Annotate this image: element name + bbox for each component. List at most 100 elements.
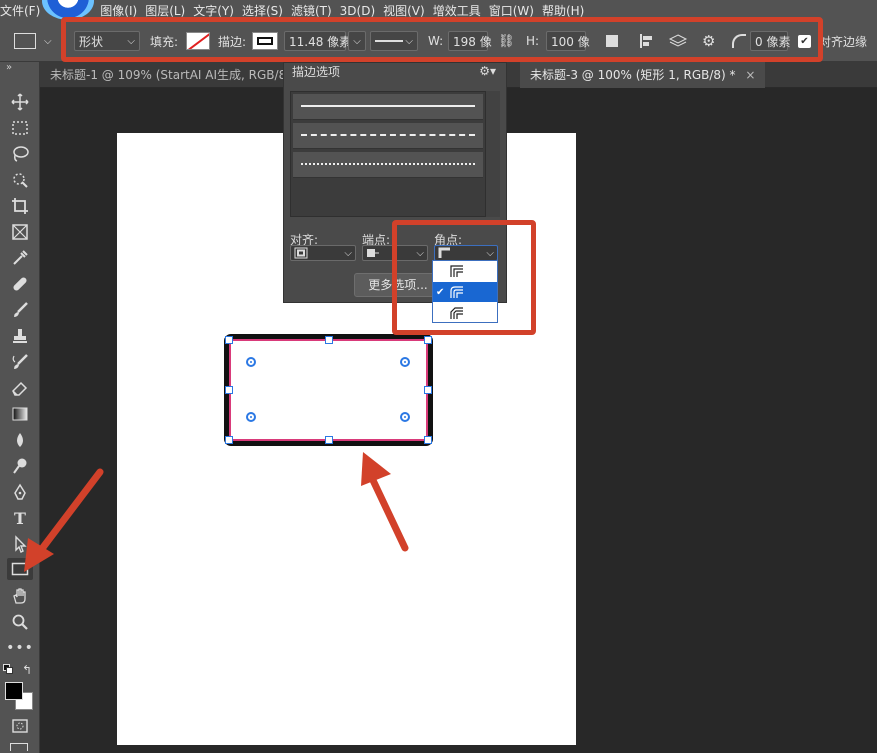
transform-handle[interactable] [225,336,233,344]
stroke-preset-dotted[interactable] [293,152,483,178]
corner-option-miter[interactable] [433,261,497,281]
align-edges-label: 对齐边缘 [819,34,868,49]
stroke-width-dropdown[interactable]: ⌵ [348,31,366,51]
foreground-color-swatch[interactable] [5,682,23,700]
transform-handle[interactable] [225,436,233,444]
transform-handle[interactable] [424,336,432,344]
menu-select[interactable]: 选择(S) [238,0,287,22]
menu-window[interactable]: 窗口(W) [485,0,538,22]
quick-mask-icon[interactable] [7,715,33,737]
shape-path-outline [229,339,428,441]
width-label: W: [428,34,444,48]
menu-layer[interactable]: 图层(L) [141,0,189,22]
menu-type[interactable]: 文字(Y) [189,0,238,22]
gradient-tool-icon[interactable] [7,403,33,425]
close-icon[interactable]: × [745,68,755,82]
menu-help[interactable]: 帮助(H) [538,0,588,22]
corner-radius-handle[interactable] [400,412,410,422]
transform-handle[interactable] [325,336,333,344]
align-edges-checkbox[interactable]: ✔ [798,34,811,48]
swap-colors-icon[interactable]: ↰ [22,663,32,677]
transform-handle[interactable] [225,386,233,394]
clone-stamp-tool-icon[interactable] [7,325,33,347]
marquee-tool-icon[interactable] [7,117,33,139]
gear-icon[interactable]: ⚙▾ [479,64,496,78]
tab-document-3[interactable]: 未标题-3 @ 100% (矩形 1, RGB/8) * × [520,62,766,88]
tab-label: 未标题-3 @ 100% (矩形 1, RGB/8) * [530,68,736,82]
menu-file[interactable]: 文件(F) [0,0,44,22]
tab-document-1[interactable]: 未标题-1 @ 109% (StartAI AI生成, RGB/8#) [40,62,311,88]
path-operations-button[interactable] [606,31,618,51]
stroke-color-icon [257,37,273,45]
path-alignment-button[interactable] [638,31,654,51]
menu-image[interactable]: 图像(I) [96,0,141,22]
path-arrangement-button[interactable] [668,31,688,51]
link-icon[interactable]: ⛓ [498,31,515,51]
blur-tool-icon[interactable] [7,429,33,451]
menu-plugins[interactable]: 增效工具 [429,0,485,22]
more-options-button[interactable]: 更多选项... [354,273,442,297]
checkmark-icon: ✔ [436,286,445,298]
frame-tool-icon[interactable] [7,221,33,243]
shape-mode-value: 形状 [79,34,104,49]
chevron-down-icon: ⌵ [44,35,52,47]
rectangle-preset-icon [14,33,36,49]
stroke-preset-dashed[interactable] [293,123,483,149]
tool-preset-picker[interactable]: ⌵ [14,31,52,51]
healing-brush-tool-icon[interactable] [7,273,33,295]
presets-scrollbar[interactable] [486,91,500,217]
corner-radius-handle[interactable] [400,357,410,367]
stroke-type-select[interactable]: ⌵ [370,31,418,51]
history-brush-tool-icon[interactable] [7,351,33,373]
chevron-down-icon: ⌵ [416,247,424,259]
options-bar: ⌵ 形状 ⌵ 填充: 描边: 11.48 像素 ⌵ ⌵ W: 198 像 ⛓ H… [0,22,877,62]
menu-view[interactable]: 视图(V) [379,0,429,22]
collapse-icon[interactable]: » [6,62,12,73]
miter-join-icon [438,247,450,258]
stroke-preset-solid[interactable] [293,94,483,120]
align-icon [640,34,652,48]
corner-radius-input[interactable]: 0 像素 [750,31,790,51]
corner-radius-handle[interactable] [246,412,256,422]
stroke-swatch[interactable] [252,32,278,50]
fill-swatch[interactable] [186,32,210,50]
height-input[interactable]: 100 像 [546,31,590,51]
menu-bar: 文件(F) 图像(I) 图层(L) 文字(Y) 选择(S) 滤镜(T) 3D(D… [0,0,877,22]
shape-mode-select[interactable]: 形状 ⌵ [74,31,140,51]
arrow-annotation-icon [361,452,409,552]
hand-tool-icon[interactable] [7,585,33,607]
corner-radius-handle[interactable] [246,357,256,367]
bevel-join-icon [450,307,463,319]
align-select[interactable]: ⌵ [290,245,356,261]
more-tools-icon[interactable]: ••• [6,637,33,659]
transform-handle[interactable] [424,386,432,394]
stroke-width-input[interactable]: 11.48 像素 [284,31,351,51]
quick-select-tool-icon[interactable] [7,169,33,191]
corner-option-bevel[interactable] [433,303,497,323]
zoom-tool-icon[interactable] [7,611,33,633]
screen-mode-icon[interactable] [10,743,28,751]
transform-handle[interactable] [325,436,333,444]
default-colors-icon[interactable] [3,664,13,674]
miter-join-icon [450,265,463,277]
menu-filter[interactable]: 滤镜(T) [287,0,336,22]
stroke-inside-icon [294,247,308,259]
corner-type-dropdown: ✔ [432,260,498,323]
corners-select[interactable]: ⌵ [434,245,498,261]
stroke-presets-list [290,91,486,217]
panel-title: 描边选项 [292,65,341,79]
lasso-tool-icon[interactable] [7,143,33,165]
width-input[interactable]: 198 像 [448,31,492,51]
eraser-tool-icon[interactable] [7,377,33,399]
crop-tool-icon[interactable] [7,195,33,217]
corner-option-round[interactable]: ✔ [433,282,497,302]
move-tool-icon[interactable] [7,91,33,113]
brush-tool-icon[interactable] [7,299,33,321]
menu-3d[interactable]: 3D(D) [336,0,379,22]
eyedropper-tool-icon[interactable] [7,247,33,269]
height-label: H: [526,34,540,48]
transform-handle[interactable] [424,436,432,444]
caps-select[interactable]: ⌵ [362,245,428,261]
no-fill-icon [188,33,209,49]
gear-icon[interactable]: ⚙ [702,31,715,51]
